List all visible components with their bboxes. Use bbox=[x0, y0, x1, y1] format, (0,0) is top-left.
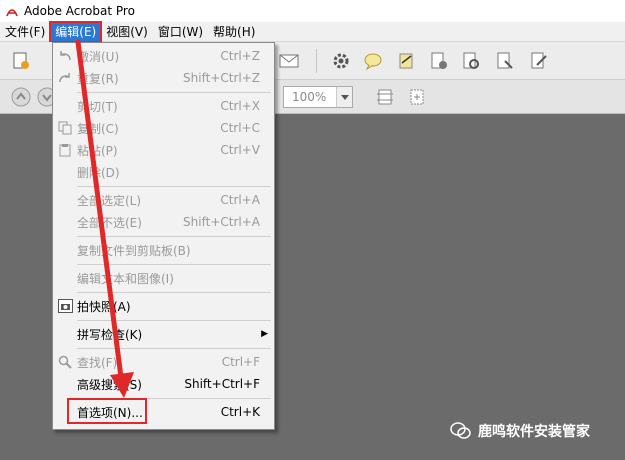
sign-icon[interactable] bbox=[396, 50, 418, 72]
menu-window[interactable]: 窗口(W) bbox=[153, 22, 208, 42]
redo-icon bbox=[57, 70, 73, 86]
menu-item-cut[interactable]: 剪切(T) Ctrl+X bbox=[53, 95, 274, 117]
email-icon[interactable] bbox=[278, 50, 300, 72]
menu-separator bbox=[77, 320, 271, 321]
previous-page-icon[interactable] bbox=[10, 86, 32, 108]
find-icon bbox=[57, 354, 73, 370]
menu-separator bbox=[77, 348, 271, 349]
chevron-down-icon[interactable] bbox=[336, 87, 352, 107]
document-secure-icon[interactable] bbox=[460, 50, 482, 72]
paste-icon bbox=[57, 142, 73, 158]
copy-icon bbox=[57, 120, 73, 136]
menu-item-undo[interactable]: 撤消(U) Ctrl+Z bbox=[53, 45, 274, 67]
document-stamp-icon[interactable] bbox=[494, 50, 516, 72]
menu-item-delete[interactable]: 删除(D) bbox=[53, 161, 274, 183]
window-title: Adobe Acrobat Pro bbox=[24, 4, 135, 18]
watermark: 鹿鸣软件安装管家 bbox=[450, 420, 590, 442]
menu-item-advanced-search[interactable]: 高级搜索(S) Shift+Ctrl+F bbox=[53, 373, 274, 395]
fit-width-icon[interactable] bbox=[406, 86, 428, 108]
menu-item-redo[interactable]: 重复(R) Shift+Ctrl+Z bbox=[53, 67, 274, 89]
menu-view[interactable]: 视图(V) bbox=[101, 22, 153, 42]
acrobat-logo-icon bbox=[4, 3, 20, 19]
submenu-arrow-icon: ▶ bbox=[261, 329, 268, 339]
create-pdf-icon[interactable] bbox=[10, 50, 32, 72]
menu-separator bbox=[77, 236, 271, 237]
menu-item-spell-check[interactable]: 拼写检查(K) ▶ bbox=[53, 323, 274, 345]
menu-separator bbox=[77, 186, 271, 187]
menu-item-copy-file-to-clipboard[interactable]: 复制文件到剪贴板(B) bbox=[53, 239, 274, 261]
edit-menu: 撤消(U) Ctrl+Z 重复(R) Shift+Ctrl+Z 剪切(T) Ct… bbox=[52, 42, 275, 430]
gear-icon[interactable] bbox=[330, 50, 352, 72]
menu-help[interactable]: 帮助(H) bbox=[208, 22, 260, 42]
document-edit-icon[interactable] bbox=[528, 50, 550, 72]
zoom-value: 100% bbox=[292, 90, 327, 104]
menu-separator bbox=[77, 264, 271, 265]
undo-icon bbox=[57, 48, 73, 64]
menu-separator bbox=[77, 292, 271, 293]
menu-item-deselect-all[interactable]: 全部不选(E) Shift+Ctrl+A bbox=[53, 211, 274, 233]
document-remove-icon[interactable] bbox=[428, 50, 450, 72]
menu-item-select-all[interactable]: 全部选定(L) Ctrl+A bbox=[53, 189, 274, 211]
menu-item-paste[interactable]: 粘贴(P) Ctrl+V bbox=[53, 139, 274, 161]
watermark-text: 鹿鸣软件安装管家 bbox=[478, 424, 590, 440]
wechat-icon bbox=[450, 420, 472, 442]
fit-page-icon[interactable] bbox=[374, 86, 396, 108]
toolbar-divider bbox=[316, 49, 317, 73]
preferences-highlight-annotation bbox=[67, 398, 147, 424]
title-bar: Adobe Acrobat Pro bbox=[0, 0, 625, 22]
comment-icon[interactable] bbox=[362, 50, 384, 72]
menu-item-take-snapshot[interactable]: 拍快照(A) bbox=[53, 295, 274, 317]
menu-file[interactable]: 文件(F) bbox=[0, 22, 50, 42]
menu-item-copy[interactable]: 复制(C) Ctrl+C bbox=[53, 117, 274, 139]
menu-item-edit-text-images[interactable]: 编辑文本和图像(I) bbox=[53, 267, 274, 289]
camera-icon bbox=[57, 298, 73, 314]
menu-bar: 文件(F) 编辑(E) 视图(V) 窗口(W) 帮助(H) bbox=[0, 20, 625, 43]
menu-item-find[interactable]: 查找(F) Ctrl+F bbox=[53, 351, 274, 373]
menu-separator bbox=[77, 92, 271, 93]
menu-edit[interactable]: 编辑(E) bbox=[49, 20, 103, 43]
zoom-select[interactable]: 100% bbox=[283, 86, 353, 108]
